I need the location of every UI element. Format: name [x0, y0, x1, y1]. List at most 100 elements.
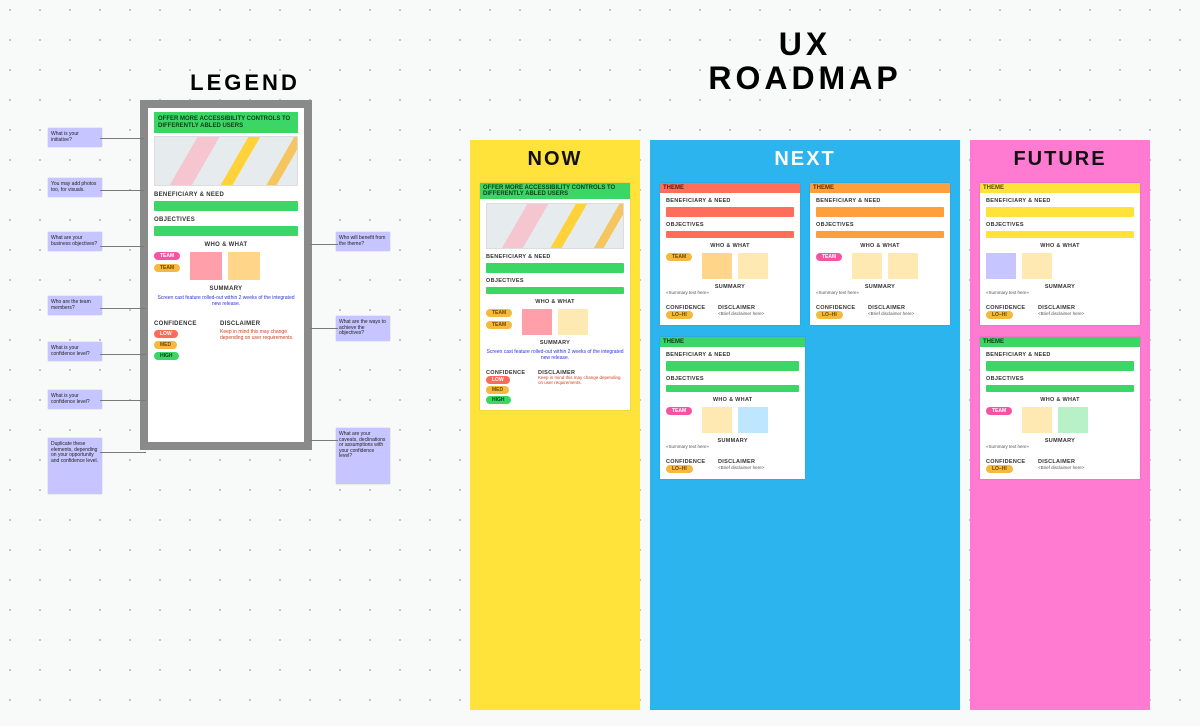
next1-sum-text[interactable]: «Summary text here»: [666, 290, 709, 295]
next2-sticky-2[interactable]: [888, 253, 918, 279]
next2-conf-pill[interactable]: LO–HI: [816, 311, 843, 319]
next2-sum-text[interactable]: «Summary text here»: [816, 290, 859, 295]
now-conf-low[interactable]: LOW: [486, 376, 510, 384]
now-sticky-1[interactable]: [522, 309, 552, 335]
next3-bn-bar[interactable]: [666, 361, 799, 371]
legend-summary-text[interactable]: Screen cast feature rolled‑out within 2 …: [154, 296, 298, 307]
fut1-conf-pill[interactable]: LO–HI: [986, 311, 1013, 319]
note-confidence-left-1[interactable]: What is your confidence level?: [48, 342, 102, 361]
now-sum-title: SUMMARY: [486, 340, 624, 346]
next2-bn-bar[interactable]: [816, 207, 944, 217]
legend-objectives-bar[interactable]: [154, 226, 298, 236]
next3-obj-bar[interactable]: [666, 385, 799, 392]
column-future-title: FUTURE: [980, 148, 1140, 171]
fut2-disc-text[interactable]: <Brief disclaimer here>: [1038, 465, 1084, 470]
now-image-placeholder[interactable]: [486, 203, 624, 249]
next2-obj-bar[interactable]: [816, 231, 944, 238]
now-obj-bar[interactable]: [486, 287, 624, 294]
next1-conf-pill[interactable]: LO–HI: [666, 311, 693, 319]
next1-disc-text[interactable]: <Brief disclaimer here>: [718, 311, 764, 316]
legend-image-placeholder[interactable]: [154, 136, 298, 186]
legend-sticky-1[interactable]: [190, 252, 222, 280]
legend-theme-banner[interactable]: OFFER MORE ACCESSIBILITY CONTROLS TO DIF…: [154, 112, 298, 133]
column-future[interactable]: FUTURE THEME BENEFICIARY & NEED OBJECTIV…: [970, 140, 1150, 710]
fut1-who: WHO & WHAT: [986, 243, 1134, 249]
legend-beneficiary-bar[interactable]: [154, 201, 298, 211]
next1-sticky-1[interactable]: [702, 253, 732, 279]
fut2-sticky-1[interactable]: [1022, 407, 1052, 433]
next3-conf-pill[interactable]: LO–HI: [666, 465, 693, 473]
legend-team-pill-2[interactable]: TEAM: [154, 264, 180, 272]
now-bn-bar[interactable]: [486, 263, 624, 273]
fut2-theme[interactable]: THEME: [980, 337, 1140, 347]
next3-theme[interactable]: THEME: [660, 337, 805, 347]
next2-team[interactable]: TEAM: [816, 253, 842, 261]
next2-disc-text[interactable]: <Brief disclaimer here>: [868, 311, 914, 316]
note-duplicate[interactable]: Duplicate these elements, depending on y…: [48, 438, 102, 494]
next3-disc-text[interactable]: <Brief disclaimer here>: [718, 465, 764, 470]
column-now[interactable]: NOW OFFER MORE ACCESSIBILITY CONTROLS TO…: [470, 140, 640, 710]
fut2-conf-pill[interactable]: LO–HI: [986, 465, 1013, 473]
next1-bn-bar[interactable]: [666, 207, 794, 217]
fut2-sticky-2[interactable]: [1058, 407, 1088, 433]
legend-beneficiary-title: BENEFICIARY & NEED: [154, 192, 298, 198]
note-caveats[interactable]: What are your caveats, declinations or a…: [336, 428, 390, 484]
legend-card[interactable]: OFFER MORE ACCESSIBILITY CONTROLS TO DIF…: [140, 100, 312, 450]
legend-conf-high[interactable]: HIGH: [154, 352, 179, 360]
fut1-bn-bar[interactable]: [986, 207, 1134, 217]
connector: [100, 452, 146, 453]
legend-conf-low[interactable]: LOW: [154, 330, 178, 338]
note-benefit[interactable]: Who will benefit from the theme?: [336, 232, 390, 251]
note-team[interactable]: Who are the team members?: [48, 296, 102, 315]
next3-obj: OBJECTIVES: [666, 376, 799, 382]
fut2-sum-text[interactable]: «Summary text here»: [986, 444, 1029, 449]
now-conf-med[interactable]: MED: [486, 386, 509, 394]
fut1-disc-text[interactable]: <Brief disclaimer here>: [1038, 311, 1084, 316]
next-card-2[interactable]: THEME BENEFICIARY & NEED OBJECTIVES WHO …: [810, 183, 950, 325]
next-card-3[interactable]: THEME BENEFICIARY & NEED OBJECTIVES WHO …: [660, 337, 805, 479]
future-card-1[interactable]: THEME BENEFICIARY & NEED OBJECTIVES WHO …: [980, 183, 1140, 325]
next3-sticky-2[interactable]: [738, 407, 768, 433]
next1-obj-bar[interactable]: [666, 231, 794, 238]
next2-sticky-1[interactable]: [852, 253, 882, 279]
legend-team-pill-1[interactable]: TEAM: [154, 252, 180, 260]
fut1-sticky-2[interactable]: [1022, 253, 1052, 279]
next-card-1[interactable]: THEME BENEFICIARY & NEED OBJECTIVES WHO …: [660, 183, 800, 325]
now-sum-text[interactable]: Screen cast feature rolled‑out within 2 …: [486, 350, 624, 361]
note-initiative[interactable]: What is your initiative?: [48, 128, 102, 147]
note-objectives[interactable]: What are your business objectives?: [48, 232, 102, 251]
now-sticky-2[interactable]: [558, 309, 588, 335]
next1-sticky-2[interactable]: [738, 253, 768, 279]
fut1-theme[interactable]: THEME: [980, 183, 1140, 193]
note-confidence-left-2[interactable]: What is your confidence level?: [48, 390, 102, 409]
now-card[interactable]: OFFER MORE ACCESSIBILITY CONTROLS TO DIF…: [480, 183, 630, 410]
main-title: UX ROADMAP: [650, 28, 960, 95]
next1-team[interactable]: TEAM: [666, 253, 692, 261]
now-team-pill-1[interactable]: TEAM: [486, 309, 512, 317]
now-conf-high[interactable]: HIGH: [486, 396, 511, 404]
future-card-2[interactable]: THEME BENEFICIARY & NEED OBJECTIVES WHO …: [980, 337, 1140, 479]
fut1-sum-text[interactable]: «Summary text here»: [986, 290, 1029, 295]
now-disc-text[interactable]: Keep in mind this may change depending o…: [538, 376, 624, 386]
next3-sum-text[interactable]: «Summary text here»: [666, 444, 709, 449]
note-photos[interactable]: You may add photos too, for visuals.: [48, 178, 102, 197]
now-team-pill-2[interactable]: TEAM: [486, 321, 512, 329]
fut1-sticky-1[interactable]: [986, 253, 1016, 279]
now-theme-banner[interactable]: OFFER MORE ACCESSIBILITY CONTROLS TO DIF…: [480, 183, 630, 199]
fut1-obj-bar[interactable]: [986, 231, 1134, 238]
fut2-obj-bar[interactable]: [986, 385, 1134, 392]
note-achieve[interactable]: What are the ways to achieve the objecti…: [336, 316, 390, 341]
next2-theme[interactable]: THEME: [810, 183, 950, 193]
next3-team[interactable]: TEAM: [666, 407, 692, 415]
next1-theme[interactable]: THEME: [660, 183, 800, 193]
next3-sticky-1[interactable]: [702, 407, 732, 433]
next2-who: WHO & WHAT: [816, 243, 944, 249]
legend-conf-med[interactable]: MED: [154, 341, 177, 349]
legend-objectives-title: OBJECTIVES: [154, 217, 298, 223]
fut2-bn-bar[interactable]: [986, 361, 1134, 371]
column-next[interactable]: NEXT THEME BENEFICIARY & NEED OBJECTIVES…: [650, 140, 960, 710]
legend-sticky-2[interactable]: [228, 252, 260, 280]
fut2-team[interactable]: TEAM: [986, 407, 1012, 415]
fut1-obj: OBJECTIVES: [986, 222, 1134, 228]
legend-disclaimer-text[interactable]: Keep in mind this may change depending o…: [220, 330, 298, 341]
